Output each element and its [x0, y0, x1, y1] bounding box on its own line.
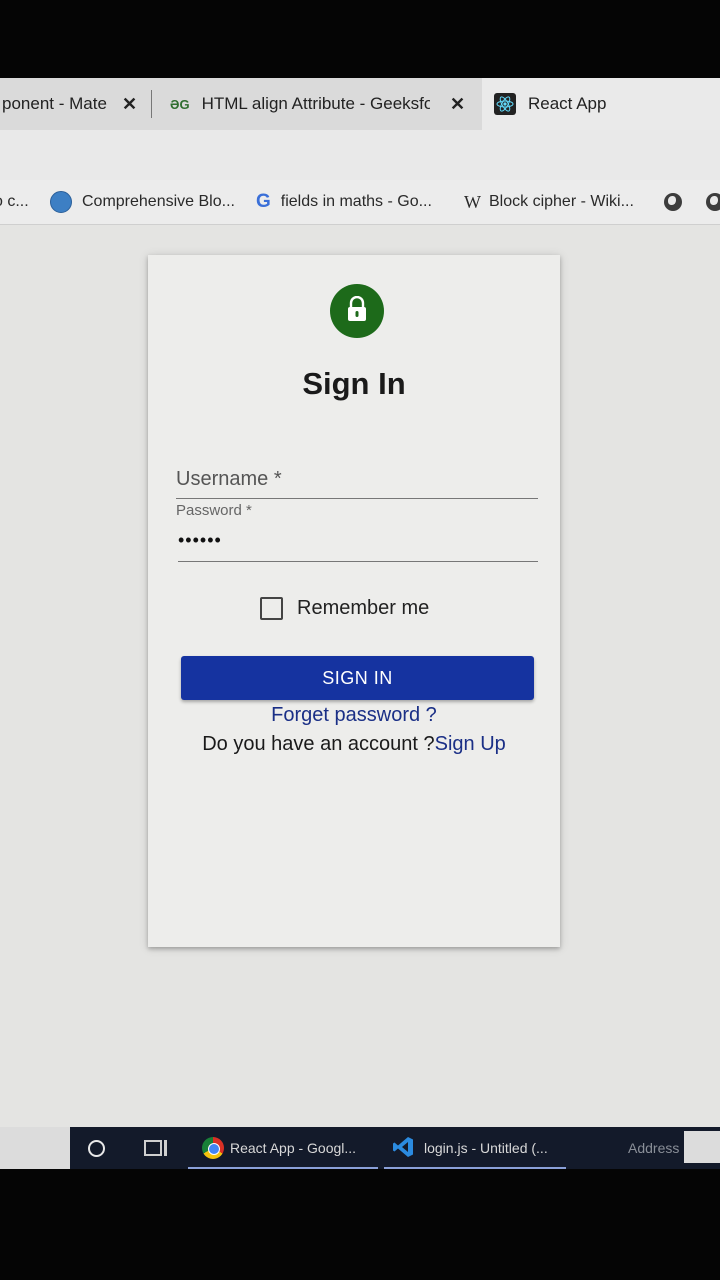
tab-title: ponent - Mate — [2, 94, 107, 113]
tab-react-app[interactable]: React App — [482, 78, 720, 130]
password-label: Password * — [176, 502, 252, 519]
tab-geeksforgeeks[interactable]: ƏG HTML align Attribute - GeeksforG ✕ — [160, 78, 480, 130]
bookmark-label: fields in maths - Go... — [280, 193, 432, 210]
bookmark-item[interactable] — [664, 180, 682, 224]
taskbar-item-label: React App - Googl... — [230, 1140, 357, 1156]
tab-bar: ponent - Mate ✕ ƏG HTML align Attribute … — [0, 78, 720, 130]
page-title: Sign In — [302, 366, 406, 401]
sign-in-card: Sign In Username * Password * •••••• Rem… — [148, 255, 560, 947]
bookmark-item[interactable]: Comprehensive Blo... — [50, 180, 235, 224]
bookmarks-bar: o c... Comprehensive Blo... G fields in … — [0, 180, 720, 225]
account-prompt: Do you have an account ?Sign Up — [148, 733, 560, 756]
remember-me-option[interactable]: Remember me — [260, 597, 429, 620]
page-viewport: Sign In Username * Password * •••••• Rem… — [0, 225, 720, 1127]
tab-title: HTML align Attribute - GeeksforG — [201, 94, 430, 113]
cortana-icon[interactable] — [88, 1127, 105, 1169]
bookmark-item[interactable]: W Block cipher - Wiki... — [464, 180, 634, 224]
active-indicator — [384, 1167, 566, 1169]
task-view-icon[interactable] — [144, 1127, 167, 1169]
sign-in-button[interactable]: SIGN IN — [181, 656, 534, 700]
remember-me-label: Remember me — [297, 597, 430, 619]
password-underline — [178, 561, 538, 562]
globe-blue-icon — [50, 191, 72, 213]
globe-icon — [706, 193, 720, 211]
sign-up-link[interactable]: Sign Up — [435, 733, 506, 755]
vscode-icon — [392, 1136, 414, 1161]
password-field[interactable]: •••••• — [178, 530, 222, 551]
bookmark-item[interactable]: G fields in maths - Go... — [256, 180, 432, 224]
tab-separator — [151, 90, 152, 118]
close-icon[interactable]: ✕ — [450, 94, 465, 115]
taskbar: React App - Googl... login.js - Untitled… — [0, 1127, 720, 1169]
username-field[interactable]: Username * — [176, 468, 282, 491]
lock-icon — [345, 295, 369, 327]
google-icon: G — [256, 191, 271, 212]
bookmark-label: Block cipher - Wiki... — [489, 193, 634, 210]
tab-material[interactable]: ponent - Mate ✕ — [0, 78, 148, 130]
active-indicator — [188, 1167, 378, 1169]
remember-me-checkbox[interactable] — [260, 597, 283, 620]
wikipedia-icon: W — [464, 191, 481, 212]
forget-password-link[interactable]: Forget password ? — [148, 704, 560, 727]
gfg-icon: ƏG — [170, 96, 190, 112]
bookmark-item[interactable]: o c... — [0, 180, 29, 224]
browser-toolbar — [0, 130, 720, 180]
taskbar-vscode-item[interactable]: login.js - Untitled (... — [384, 1127, 566, 1169]
react-icon — [494, 93, 516, 115]
tab-title: React App — [528, 94, 607, 113]
bookmark-label: Comprehensive Blo... — [82, 193, 235, 210]
address-toolbar-label: Address — [628, 1140, 680, 1156]
bookmark-item[interactable] — [706, 180, 720, 224]
globe-icon — [664, 193, 682, 211]
close-icon[interactable]: ✕ — [122, 94, 137, 115]
taskbar-item-label: login.js - Untitled (... — [424, 1140, 548, 1156]
account-prompt-text: Do you have an account ? — [202, 733, 435, 755]
taskbar-search-box[interactable] — [0, 1127, 70, 1169]
username-underline — [176, 498, 538, 499]
address-input[interactable] — [684, 1131, 720, 1163]
bookmark-label: o c... — [0, 193, 29, 210]
chrome-icon — [202, 1137, 224, 1159]
avatar — [330, 284, 384, 338]
taskbar-chrome-item[interactable]: React App - Googl... — [188, 1127, 378, 1169]
